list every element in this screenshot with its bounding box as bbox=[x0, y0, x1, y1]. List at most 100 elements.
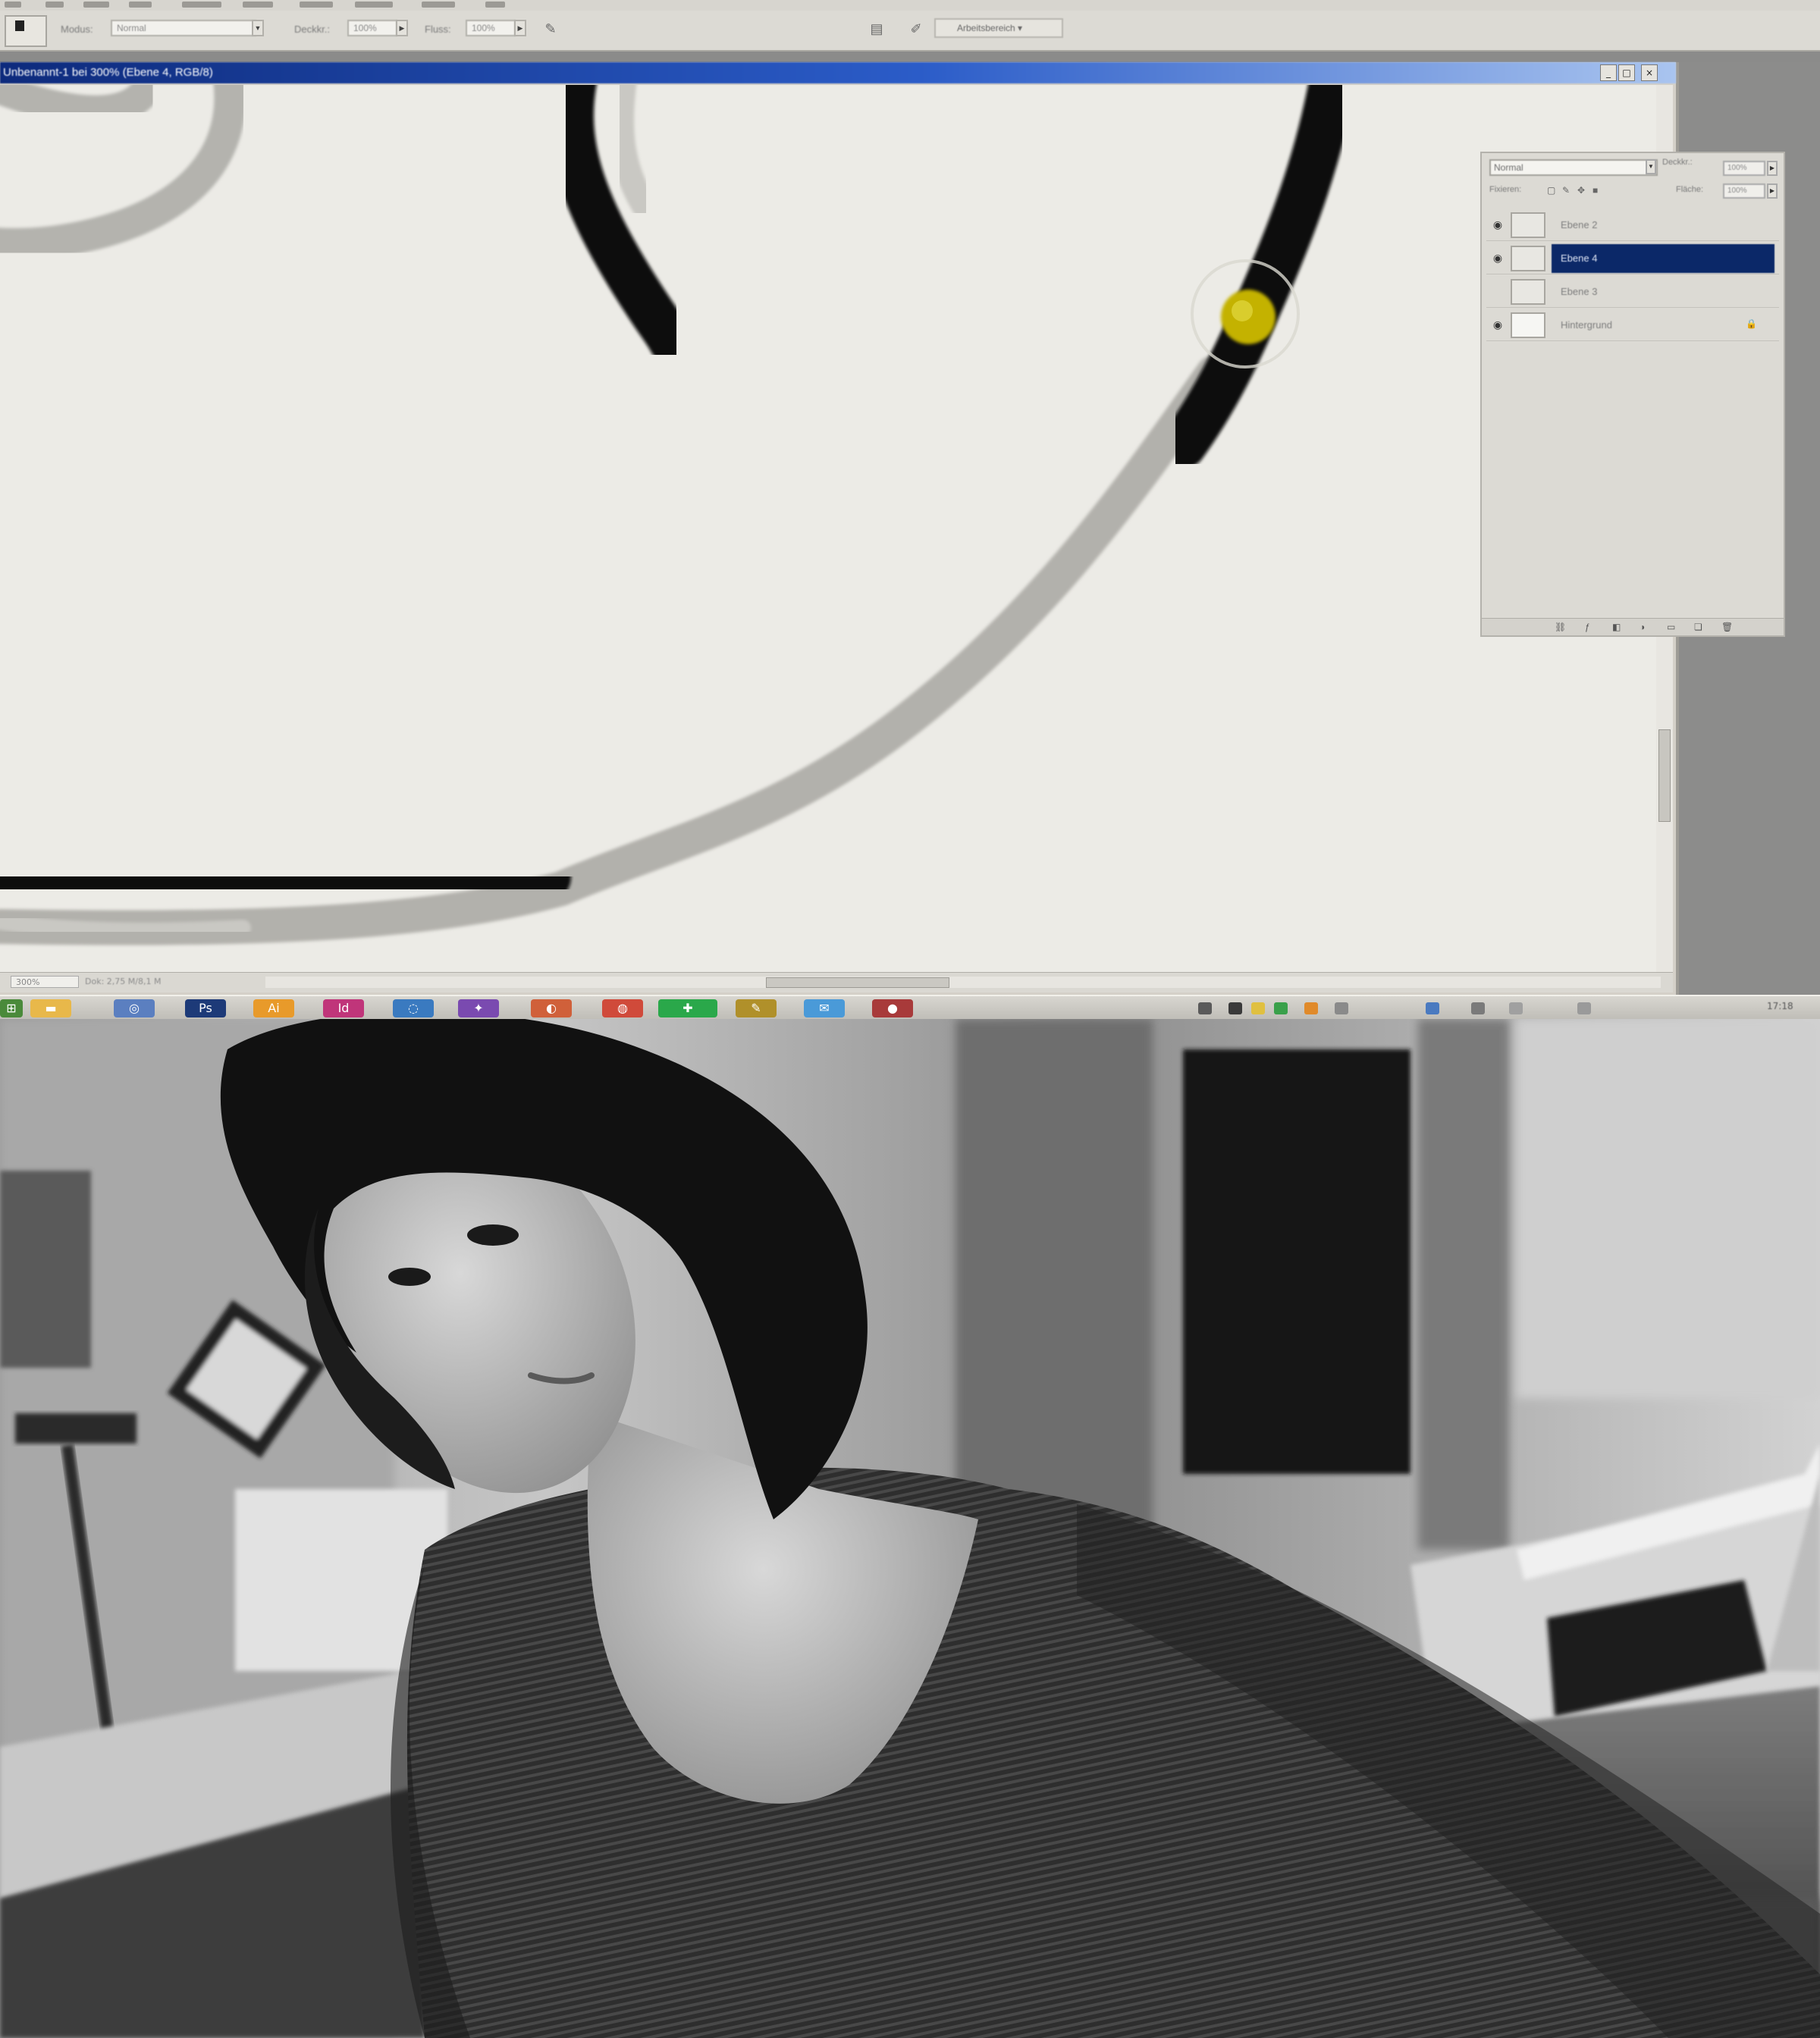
photoshop-screen-capture: Modus: Normal ▼ Deckkr.: 100% ▶ Fluss: 1… bbox=[0, 0, 1820, 1019]
layer-thumbnail bbox=[1511, 279, 1545, 305]
photoshop-icon[interactable]: Ps bbox=[185, 999, 226, 1017]
pencil-icon[interactable]: ✎ bbox=[736, 999, 777, 1017]
layer-name: Ebene 3 bbox=[1561, 286, 1598, 297]
start-icon[interactable]: ⊞ bbox=[0, 999, 23, 1017]
gray-curve-stroke bbox=[0, 356, 1231, 945]
close-button[interactable]: × bbox=[1641, 64, 1658, 81]
fill-arrow-icon[interactable]: ▶ bbox=[1767, 183, 1778, 199]
menu-bar[interactable] bbox=[0, 0, 1820, 11]
eye-icon[interactable]: ◉ bbox=[1489, 217, 1506, 232]
layer-name: Ebene 2 bbox=[1561, 219, 1598, 230]
fill-field[interactable]: 100% bbox=[1723, 183, 1765, 199]
folder-icon[interactable]: ▬ bbox=[30, 999, 71, 1017]
browser-icon[interactable]: ◌ bbox=[393, 999, 434, 1017]
black-curve-stroke-right bbox=[1159, 85, 1356, 469]
messenger-icon[interactable]: ✦ bbox=[458, 999, 499, 1017]
new-layer-icon[interactable]: ❏ bbox=[1694, 622, 1702, 632]
lock-all-icon[interactable]: ■ bbox=[1592, 185, 1598, 196]
zoom-field[interactable]: 300% bbox=[11, 976, 79, 988]
system-tray bbox=[1153, 1002, 1729, 1014]
indesign-icon[interactable]: Id bbox=[323, 999, 364, 1017]
layer-thumbnail bbox=[1511, 212, 1545, 238]
horizontal-scrollbar[interactable] bbox=[265, 977, 1661, 988]
document-title-bar[interactable]: Unbenannt-1 bei 300% (Ebene 4, RGB/8) bbox=[0, 62, 1676, 83]
chevron-down-icon[interactable]: ▼ bbox=[1646, 159, 1656, 174]
document-window: Unbenannt-1 bei 300% (Ebene 4, RGB/8) _ … bbox=[0, 62, 1679, 995]
tray-icon[interactable] bbox=[1509, 1002, 1523, 1014]
tray-icon[interactable] bbox=[1274, 1002, 1288, 1014]
brush-tool-icon[interactable] bbox=[5, 15, 47, 47]
opacity-label: Deckkr.: bbox=[294, 24, 330, 35]
document-info: Dok: 2,75 M/8,1 M bbox=[85, 977, 162, 986]
photo-illustration bbox=[0, 1019, 1820, 2038]
layer-row-ebene-3[interactable]: ◉ Ebene 3 bbox=[1486, 276, 1779, 308]
eye bbox=[388, 1268, 431, 1286]
twitter-icon[interactable]: ✉ bbox=[804, 999, 845, 1017]
tool-options-bar: Modus: Normal ▼ Deckkr.: 100% ▶ Fluss: 1… bbox=[0, 11, 1820, 52]
trash-icon[interactable]: 🗑 bbox=[1721, 622, 1733, 632]
flow-arrow-icon[interactable]: ▶ bbox=[514, 20, 526, 36]
tray-icon[interactable] bbox=[1198, 1002, 1212, 1014]
opacity-arrow-icon[interactable]: ▶ bbox=[396, 20, 408, 36]
tray-icon[interactable] bbox=[1228, 1002, 1242, 1014]
document-title: Unbenannt-1 bei 300% (Ebene 4, RGB/8) bbox=[3, 66, 213, 79]
recorder-icon[interactable]: ● bbox=[872, 999, 913, 1017]
opacity-field[interactable]: 100% bbox=[347, 20, 397, 36]
black-curve-stroke-bottom bbox=[0, 852, 571, 914]
lock-label: Fixieren: bbox=[1489, 185, 1522, 194]
horizontal-scroll-thumb[interactable] bbox=[766, 977, 949, 988]
flow-label: Fluss: bbox=[425, 24, 451, 35]
layer-row-ebene-4[interactable]: ◉ Ebene 4 bbox=[1486, 243, 1779, 274]
layer-row-hintergrund[interactable]: ◉ Hintergrund 🔒 bbox=[1486, 309, 1779, 341]
illustrator-icon[interactable]: Ai bbox=[253, 999, 294, 1017]
vertical-scroll-thumb[interactable] bbox=[1658, 729, 1671, 822]
layer-name: Ebene 4 bbox=[1552, 244, 1774, 273]
flow-field[interactable]: 100% bbox=[466, 20, 516, 36]
eye bbox=[467, 1224, 519, 1246]
chevron-down-icon[interactable]: ▼ bbox=[252, 20, 264, 36]
workspace-button[interactable]: Arbeitsbereich ▾ bbox=[934, 18, 1063, 38]
layers-panel: Normal ▼ Deckkr.: 100% ▶ Fixieren: ▢ ✎ ✥… bbox=[1480, 152, 1785, 637]
fill-label: Fläche: bbox=[1676, 185, 1704, 194]
tray-icon[interactable] bbox=[1471, 1002, 1485, 1014]
tray-icon[interactable] bbox=[1304, 1002, 1318, 1014]
group-icon[interactable]: ▭ bbox=[1667, 622, 1675, 632]
link-icon[interactable]: ⛓ bbox=[1555, 622, 1566, 632]
layer-thumbnail bbox=[1511, 246, 1545, 271]
adjustment-icon[interactable]: ◑ bbox=[1640, 622, 1645, 632]
explorer-icon[interactable]: ◎ bbox=[114, 999, 155, 1017]
tray-icon[interactable] bbox=[1251, 1002, 1265, 1014]
game-icon[interactable]: ✚ bbox=[658, 999, 717, 1017]
airbrush-icon[interactable]: ✎ bbox=[543, 21, 558, 36]
brush-preset-icon[interactable]: ✐ bbox=[908, 21, 924, 36]
eye-hidden-icon[interactable]: ◉ bbox=[1489, 284, 1506, 299]
maximize-button[interactable]: □ bbox=[1618, 64, 1635, 81]
layer-style-icon[interactable]: ƒ bbox=[1585, 622, 1590, 632]
minimize-button[interactable]: _ bbox=[1600, 64, 1617, 81]
eye-icon[interactable]: ◉ bbox=[1489, 317, 1506, 332]
tray-icon[interactable] bbox=[1426, 1002, 1439, 1014]
doorway bbox=[1183, 1049, 1410, 1474]
firefox-icon[interactable]: ◐ bbox=[531, 999, 572, 1017]
mask-icon[interactable]: ◧ bbox=[1612, 622, 1621, 632]
tray-icon[interactable] bbox=[1577, 1002, 1591, 1014]
layer-opacity-field[interactable]: 100% bbox=[1723, 161, 1765, 176]
blend-mode-select[interactable]: Normal bbox=[1489, 159, 1658, 176]
tray-icon[interactable] bbox=[1335, 1002, 1348, 1014]
palette-well-icon[interactable]: ▤ bbox=[869, 21, 884, 36]
lock-position-icon[interactable]: ✥ bbox=[1577, 185, 1585, 196]
lock-pixels-icon[interactable]: ✎ bbox=[1562, 185, 1570, 196]
windows-taskbar: ⊞ ▬ ◎ Ps Ai Id ◌ ✦ ◐ ◍ ✚ ✎ ✉ ● 17:18 bbox=[0, 995, 1820, 1019]
layer-row-ebene-2[interactable]: ◉ Ebene 2 bbox=[1486, 209, 1779, 241]
woman-at-desk-photo bbox=[0, 1019, 1820, 2038]
eye-icon[interactable]: ◉ bbox=[1489, 250, 1506, 265]
layer-opacity-label: Deckkr.: bbox=[1662, 158, 1693, 167]
taskbar-clock[interactable]: 17:18 bbox=[1767, 1001, 1793, 1011]
chrome-icon[interactable]: ◍ bbox=[602, 999, 643, 1017]
mode-select[interactable]: Normal bbox=[111, 20, 256, 36]
drawing-canvas[interactable] bbox=[0, 85, 1656, 972]
screenshot-root: Modus: Normal ▼ Deckkr.: 100% ▶ Fluss: 1… bbox=[0, 0, 1820, 2038]
gray-loop-stroke bbox=[0, 85, 159, 126]
lock-transparency-icon[interactable]: ▢ bbox=[1547, 185, 1555, 196]
layer-opacity-arrow-icon[interactable]: ▶ bbox=[1767, 161, 1778, 176]
